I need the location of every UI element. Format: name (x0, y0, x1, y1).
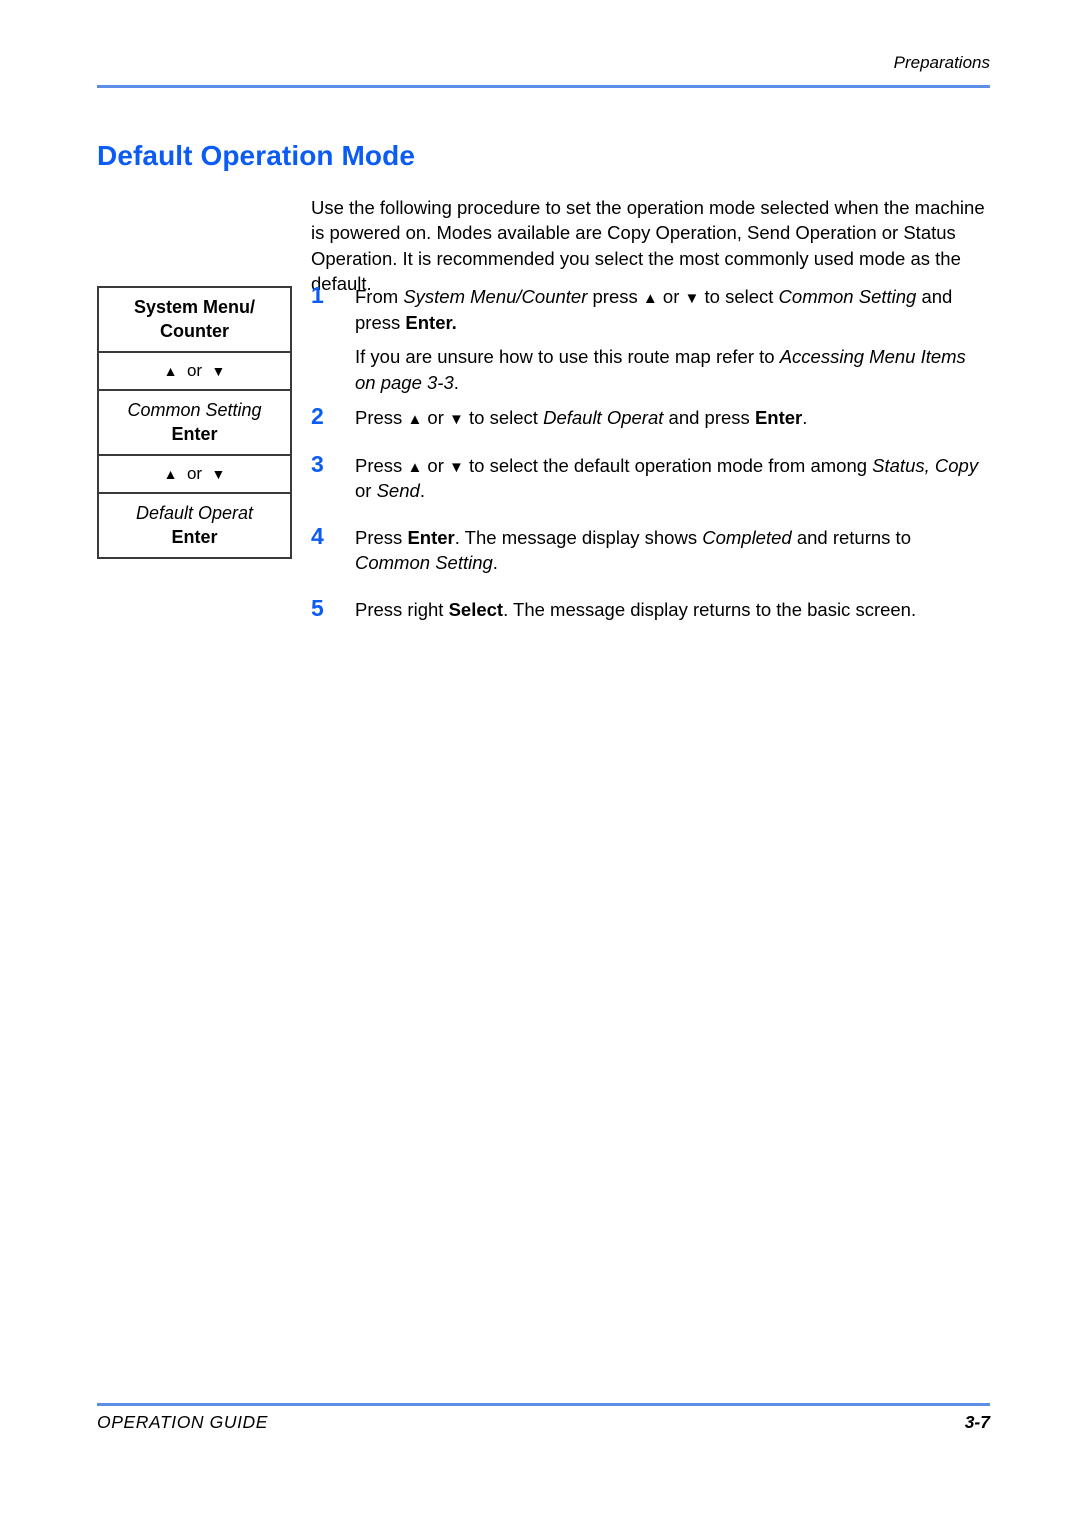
footer-rule (97, 1403, 990, 1406)
step-3-t3: to select the default operation mode fro… (463, 454, 873, 476)
step-2-t7: . (802, 407, 808, 428)
route-map-cell-system-menu: System Menu/ Counter (99, 288, 290, 353)
step-4-t6: Common Setting (355, 552, 493, 573)
step-2-t1: Press (355, 407, 408, 428)
step-1-paragraph-1: From System Menu/Counter press ▲ or ▼ to… (355, 284, 990, 335)
step-1-t6: Common Setting (778, 286, 917, 307)
step-3-t5: or (355, 480, 377, 501)
step-4-t1: Press (355, 526, 408, 548)
step-item: 5 Press right Select. The message displa… (311, 594, 990, 623)
step-item: 4 Press Enter. The message display shows… (311, 522, 990, 576)
header-rule-line (97, 85, 990, 88)
up-arrow-icon: ▲ (642, 290, 658, 307)
step-3-t2: or (422, 454, 450, 476)
route-map-cell-common-setting: Common Setting Enter (99, 391, 290, 456)
step-1-t4: or (657, 286, 685, 307)
route-map-system-menu-label: System Menu/ (133, 297, 256, 317)
step-5-paragraph-1: Press right Select. The message display … (355, 597, 990, 623)
step-4-t4: Completed (702, 526, 792, 548)
up-arrow-icon: ▲ (407, 458, 423, 476)
down-arrow-icon: ▼ (211, 466, 226, 482)
step-number: 4 (311, 522, 324, 549)
step-1-t5: to select (699, 286, 779, 307)
up-arrow-icon: ▲ (163, 363, 178, 379)
step-text: Press ▲ or ▼ to select Default Operat an… (355, 405, 990, 431)
down-arrow-icon: ▼ (684, 290, 700, 307)
route-map: System Menu/ Counter ▲ or ▼ Common Setti… (97, 286, 292, 559)
page-number: 3-7 (964, 1412, 990, 1432)
route-map-or-label-1: or (182, 361, 207, 380)
footer-rule-line (97, 1403, 990, 1406)
step-2-t5: and press (663, 407, 755, 428)
footer-guide-label: OPERATION GUIDE (97, 1412, 269, 1432)
route-map-enter-label-1: Enter (171, 424, 218, 444)
step-3-t6: Send (376, 480, 420, 501)
step-1-t1: From (355, 286, 404, 307)
down-arrow-icon: ▼ (449, 458, 464, 476)
step-3-t1: Press (355, 454, 408, 476)
step-number: 3 (311, 450, 324, 477)
step-1-t2: System Menu/Counter (403, 286, 588, 307)
step-2-t2: or (422, 407, 450, 428)
step-5-t1: Press right (355, 598, 449, 620)
route-map-counter-label: Counter (160, 321, 229, 341)
running-head-text: Preparations (893, 53, 990, 72)
route-map-cell-arrows-2: ▲ or ▼ (99, 456, 290, 494)
route-map-common-setting-label: Common Setting (127, 400, 262, 420)
step-2-t6: Enter (754, 407, 803, 428)
step-2-t3: to select (463, 407, 544, 428)
up-arrow-icon: ▲ (163, 466, 178, 482)
step-text: Press right Select. The message display … (355, 597, 990, 623)
down-arrow-icon: ▼ (449, 411, 464, 428)
step-4-t5: and returns to (791, 526, 911, 548)
up-arrow-icon: ▲ (407, 411, 423, 428)
step-1-t9: If you are unsure how to use this route … (355, 346, 780, 367)
step-1-t8: Enter. (405, 311, 457, 333)
step-number: 5 (311, 594, 324, 621)
route-map-cell-default-operat: Default Operat Enter (99, 494, 290, 557)
down-arrow-icon: ▼ (211, 363, 226, 379)
route-map-default-operat-label: Default Operat (135, 503, 254, 523)
step-2-paragraph-1: Press ▲ or ▼ to select Default Operat an… (355, 405, 990, 431)
route-map-cell-arrows-1: ▲ or ▼ (99, 353, 290, 391)
header-rule (97, 85, 990, 88)
step-4-t3: . The message display shows (454, 526, 703, 548)
step-text: Press Enter. The message display shows C… (355, 525, 990, 576)
page-footer: OPERATION GUIDE 3-7 (97, 1412, 990, 1433)
step-4-t2: Enter (407, 526, 455, 548)
route-map-enter-label-2: Enter (171, 527, 218, 547)
step-4-t7: . (492, 552, 498, 573)
step-5-t3: . The message display returns to the bas… (503, 598, 917, 620)
step-3-t7: . (419, 480, 425, 501)
step-1-paragraph-2: If you are unsure how to use this route … (355, 344, 990, 395)
step-1-t3: press (587, 286, 643, 307)
step-number: 1 (311, 282, 324, 308)
step-5-t2: Select (448, 598, 504, 620)
step-number: 2 (311, 403, 324, 429)
step-item: 1 From System Menu/Counter press ▲ or ▼ … (311, 282, 990, 395)
step-3-t4: Status, Copy (872, 454, 979, 476)
route-map-or-label-2: or (182, 464, 207, 483)
step-3-paragraph-1: Press ▲ or ▼ to select the default opera… (355, 453, 990, 504)
intro-paragraph: Use the following procedure to set the o… (311, 196, 985, 295)
page-title: Default Operation Mode (97, 139, 415, 171)
step-2-t4: Default Operat (543, 407, 664, 428)
step-text: From System Menu/Counter press ▲ or ▼ to… (355, 284, 990, 395)
step-item: 3 Press ▲ or ▼ to select the default ope… (311, 450, 990, 504)
procedure-steps: 1 From System Menu/Counter press ▲ or ▼ … (311, 282, 990, 623)
step-item: 2 Press ▲ or ▼ to select Default Operat … (311, 403, 990, 431)
running-header: Preparations (97, 52, 990, 74)
document-page: Preparations Default Operation Mode Use … (0, 0, 1080, 1528)
step-1-t10: . (453, 371, 459, 393)
step-4-paragraph-1: Press Enter. The message display shows C… (355, 525, 990, 576)
step-text: Press ▲ or ▼ to select the default opera… (355, 453, 990, 504)
